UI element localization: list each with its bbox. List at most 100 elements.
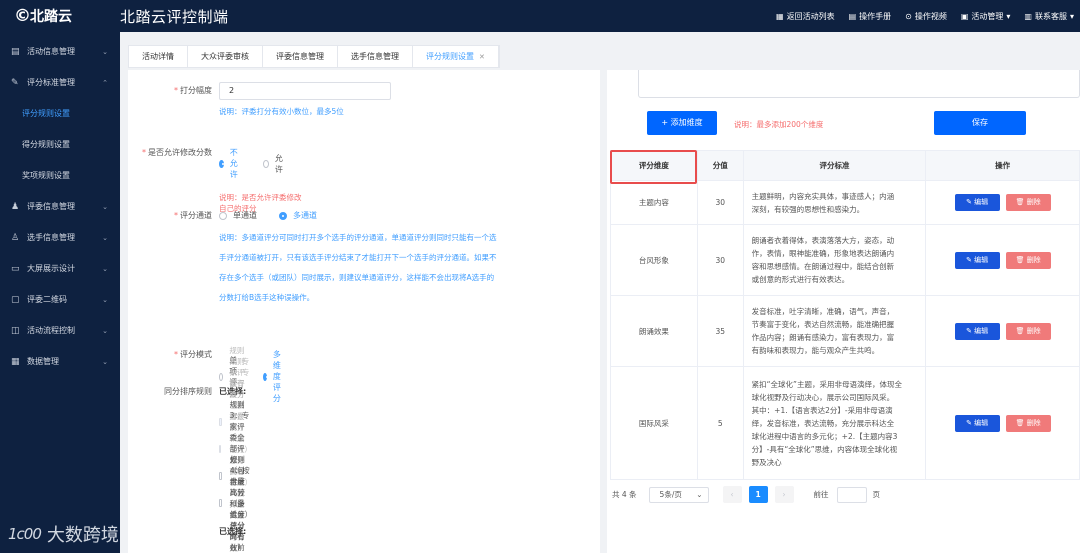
sidebar: ▤ 活动信息管理 ⌄ ✎ 评分标准管理 ⌃ 评分规则设置 得分规则设置 奖项规则设置 ♟… [0,32,120,553]
back-to-list-button[interactable]: ▦ 返回活动列表 [776,11,835,22]
close-tab-icon[interactable]: ✕ [479,53,485,61]
chevron-down-icon: ⌄ [102,295,108,304]
chevron-down-icon: ⌄ [102,264,108,273]
rule-4-checkbox[interactable]: 规则4：按维度比较（多维度评分时有效） [219,455,250,552]
pagination: 共 4 条 5条/页 ⌄ ‹ 1 › 前往 页 [612,486,880,503]
col-standard: 评分标准 [742,150,927,181]
top-input-field[interactable] [638,70,1080,98]
edit-button[interactable]: ✎ 编辑 [954,322,1000,340]
dimension-score: 30 [696,180,744,225]
required-mark: * [174,350,178,359]
chevron-down-icon: ⌄ [102,202,108,211]
tab-activity-detail[interactable]: 活动详情 [129,46,188,67]
logo-mark-icon: © [14,6,31,26]
book-icon: ▤ [848,11,857,21]
add-dimension-button[interactable]: + 添加维度 [647,111,717,135]
caret-down-icon: ▾ [1006,11,1011,21]
sidebar-sub-award-rules[interactable]: 奖项规则设置 [0,160,120,191]
sidebar-item-judge-qrcode[interactable]: ▢ 评委二维码 ⌄ [0,284,120,315]
contact-service-dropdown[interactable]: ▥ 联系客服 ▾ [1024,11,1074,22]
table-row: 主题内容 30 主题鲜明，内容充实具体，事迹感人；内涵 深刻，有较强的思想性和感… [610,180,1080,225]
radio-single-channel[interactable]: 单通道 [219,210,257,221]
chevron-down-icon: ⌄ [696,490,703,499]
save-button[interactable]: 保存 [934,111,1026,135]
col-score: 分值 [696,150,744,181]
sidebar-item-activity-info[interactable]: ▤ 活动信息管理 ⌄ [0,36,120,67]
selected-label-2: 已选择: [219,527,247,536]
logo-text: 北踏云 [30,9,72,25]
tab-public-judge-review[interactable]: 大众评委审核 [188,46,263,67]
watermark-logo: 1c00 [8,525,42,543]
dimension-standard: 朗诵者衣着得体，表演落落大方，姿态，动 作，表情，眼神能准确，形象地表达朗诵内 … [742,224,927,296]
chevron-down-icon: ⌄ [102,233,108,242]
phone-icon: ▥ [1024,11,1032,21]
delete-button[interactable]: 🗑 删除 [1005,414,1051,432]
flow-icon: ◫ [11,325,20,336]
edit-button[interactable]: ✎ 编辑 [954,251,1000,269]
manual-button[interactable]: ▤ 操作手册 [849,11,892,22]
edit-button[interactable]: ✎ 编辑 [954,194,1000,211]
sidebar-sub-points-rules[interactable]: 得分规则设置 [0,129,120,160]
step-note: 说明：评委打分有效小数位，最多5位 [219,107,344,116]
prev-page-button[interactable]: ‹ [722,486,742,503]
sidebar-item-player-info[interactable]: ♙ 选手信息管理 ⌄ [0,222,120,253]
sidebar-item-flow-control[interactable]: ◫ 活动流程控制 ⌄ [0,315,120,346]
qrcode-icon: ▢ [11,294,20,305]
row-actions: ✎ 编辑 🗑 删除 [925,366,1080,480]
allow-modify-label: 是否允许修改分数 [148,148,212,157]
radio-multi-channel[interactable]: 多通道 [279,210,317,221]
monitor-icon: ▭ [11,263,20,274]
mode-label: 评分模式 [180,350,212,359]
channel-note: 说明：多通道评分可同时打开多个选手的评分通道，单通道评分则同时只能有一个选 手评… [219,233,497,302]
sidebar-sub-scoring-rules[interactable]: 评分规则设置 [0,98,120,129]
table-row: 国际风采 5 紧扣“全球化”主题，采用非母语演绎，体现全 球化视野及行动决心，展… [610,366,1080,480]
page-size-select[interactable]: 5条/页 ⌄ [648,486,709,503]
tab-judge-info[interactable]: 评委信息管理 [263,46,338,67]
person-icon: ♙ [11,232,20,243]
delete-button[interactable]: 🗑 删除 [1005,322,1051,340]
watermark: 1c00 大数跨境 [8,521,119,547]
sidebar-item-screen-design[interactable]: ▭ 大屏展示设计 ⌄ [0,253,120,284]
required-mark: * [174,86,178,95]
radio-allow[interactable]: 允许 [263,153,285,175]
row-actions: ✎ 编辑 🗑 删除 [925,224,1080,296]
user-icon: ♟ [11,201,20,212]
page-number-current[interactable]: 1 [748,486,768,503]
top-header: © 北踏云 北踏云评控制端 ▦ 返回活动列表 ▤ 操作手册 ⊙ 操作视频 ▣ 活动管理 ▾… [0,0,1080,32]
page-suffix: 页 [872,490,881,499]
sidebar-item-data-manage[interactable]: ▦ 数据管理 ⌄ [0,346,120,377]
dimension-standard: 紧扣“全球化”主题，采用非母语演绎，体现全 球化视野及行动决心，展示公司国际风采… [742,366,927,480]
database-icon: ▦ [11,356,20,367]
radio-multi-dimension[interactable]: 多维度评分 [263,349,285,404]
step-input[interactable]: 2 [219,82,391,100]
next-page-button[interactable]: › [774,486,794,503]
radio-not-allow[interactable]: 不允许 [219,147,241,180]
edit-icon: ✎ [11,77,19,88]
total-count: 共 4 条 [612,490,637,499]
dimension-name: 主题内容 [610,180,698,225]
delete-button[interactable]: 🗑 删除 [1005,251,1051,269]
col-dimension: 评分维度 [610,150,698,181]
dimension-standard: 主题鲜明，内容充实具体，事迹感人；内涵 深刻，有较强的思想性和感染力。 [742,180,927,225]
tab-player-info[interactable]: 选手信息管理 [338,46,413,67]
dimension-standard: 发音标准，吐字清晰，准确，语气，声音， 节奏富于变化，表达自然流畅，能准确把握 … [742,295,927,367]
edit-button[interactable]: ✎ 编辑 [954,414,1000,432]
document-icon: ▤ [11,46,20,57]
video-button[interactable]: ⊙ 操作视频 [905,11,947,22]
sidebar-item-judge-info[interactable]: ♟ 评委信息管理 ⌄ [0,191,120,222]
step-label: 打分幅度 [180,86,212,95]
row-actions: ✎ 编辑 🗑 删除 [925,180,1080,225]
delete-button[interactable]: 🗑 删除 [1005,194,1051,211]
sidebar-item-scoring-standard[interactable]: ✎ 评分标准管理 ⌃ [0,67,120,98]
goto-page-input[interactable] [836,486,867,503]
doc-icon: ▣ [960,11,969,21]
app-logo[interactable]: © 北踏云 [0,6,120,26]
caret-down-icon: ▾ [1069,11,1074,21]
table-row: 朗诵效果 35 发音标准，吐字清晰，准确，语气，声音， 节奏富于变化，表达自然流… [610,295,1080,367]
activity-manage-dropdown[interactable]: ▣ 活动管理 ▾ [961,11,1011,22]
table-row: 台风形象 30 朗诵者衣着得体，表演落落大方，姿态，动 作，表情，眼神能准确，形… [610,224,1080,296]
dimension-name: 台风形象 [610,224,698,296]
tab-scoring-rules[interactable]: 评分规则设置 ✕ [413,46,499,67]
col-actions: 操作 [925,150,1080,181]
rules-form: * 打分幅度 2 说明：评委打分有效小数位，最多5位 * 是否允许修改分数 不允许 … [128,70,600,553]
